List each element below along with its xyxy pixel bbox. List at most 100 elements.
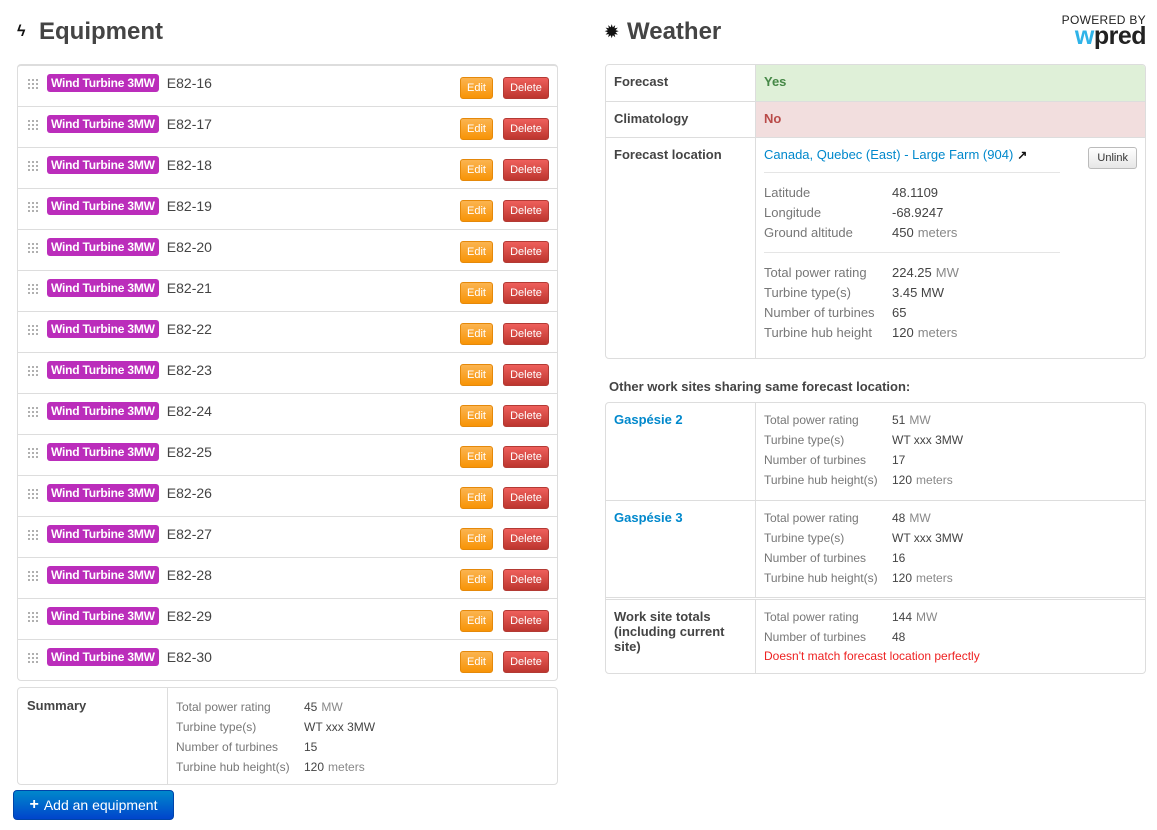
edit-button[interactable]: Edit bbox=[460, 568, 493, 591]
delete-button[interactable]: Delete bbox=[503, 117, 549, 140]
drag-handle-icon[interactable] bbox=[27, 77, 38, 89]
equipment-type-badge: Wind Turbine 3MW bbox=[47, 607, 159, 625]
site-link[interactable]: Gaspésie 2 bbox=[614, 412, 683, 427]
edit-button[interactable]: Edit bbox=[460, 117, 493, 140]
site-link[interactable]: Gaspésie 3 bbox=[614, 510, 683, 525]
edit-button[interactable]: Edit bbox=[460, 363, 493, 386]
edit-button[interactable]: Edit bbox=[460, 486, 493, 509]
drag-handle-icon[interactable] bbox=[27, 323, 38, 335]
kv-value: 120 bbox=[892, 571, 913, 585]
kv-key: Total power rating bbox=[764, 413, 859, 427]
kv-key: Turbine type(s) bbox=[764, 284, 851, 300]
kv-value: 65 bbox=[892, 304, 907, 320]
kv-value: 51 bbox=[892, 413, 906, 427]
edit-button[interactable]: Edit bbox=[460, 240, 493, 263]
kv-row: Turbine hub height(s) 120 meters bbox=[764, 568, 963, 588]
kv-row: Latitude 48.1109 bbox=[764, 182, 1137, 202]
kv-row: Number of turbines 17 bbox=[764, 450, 963, 470]
edit-button[interactable]: Edit bbox=[460, 404, 493, 427]
drag-handle-icon[interactable] bbox=[27, 569, 38, 581]
edit-button[interactable]: Edit bbox=[460, 609, 493, 632]
equipment-summary: Summary Total power rating 45 MW Turbine ty… bbox=[17, 687, 558, 785]
kv-row: Turbine type(s) 3.45 MW bbox=[764, 282, 1137, 302]
other-sites-table: Gaspésie 2 Total power rating 51 MW Turbine … bbox=[605, 402, 1146, 674]
drag-handle-icon[interactable] bbox=[27, 159, 38, 171]
drag-handle-icon[interactable] bbox=[27, 528, 38, 540]
kv-key: Total power rating bbox=[764, 511, 859, 525]
drag-handle-icon[interactable] bbox=[27, 364, 38, 376]
delete-button[interactable]: Delete bbox=[503, 281, 549, 304]
delete-button[interactable]: Delete bbox=[503, 322, 549, 345]
edit-button[interactable]: Edit bbox=[460, 322, 493, 345]
kv-key: Number of turbines bbox=[764, 630, 867, 644]
delete-button[interactable]: Delete bbox=[503, 527, 549, 550]
equipment-type-badge: Wind Turbine 3MW bbox=[47, 361, 159, 379]
edit-button[interactable]: Edit bbox=[460, 527, 493, 550]
kv-row: Total power rating 48 MW bbox=[764, 508, 963, 528]
kv-row: Total power rating 51 MW bbox=[764, 410, 963, 430]
equipment-type-badge: Wind Turbine 3MW bbox=[47, 197, 159, 215]
delete-button[interactable]: Delete bbox=[503, 609, 549, 632]
equipment-name: E82-24 bbox=[166, 403, 212, 419]
drag-handle-icon[interactable] bbox=[27, 610, 38, 622]
drag-handle-icon[interactable] bbox=[27, 446, 38, 458]
kv-key: Turbine hub height(s) bbox=[764, 571, 878, 585]
add-equipment-button[interactable]: + Add an equipment bbox=[13, 790, 174, 820]
edit-button[interactable]: Edit bbox=[460, 158, 493, 181]
kv-unit: MW bbox=[909, 413, 931, 427]
equipment-row: Wind Turbine 3MW E82-26 Edit Delete bbox=[18, 475, 557, 516]
edit-button[interactable]: Edit bbox=[460, 281, 493, 304]
drag-handle-icon[interactable] bbox=[27, 200, 38, 212]
divider bbox=[764, 172, 1060, 173]
equipment-type-badge: Wind Turbine 3MW bbox=[47, 115, 159, 133]
kv-value: 48 bbox=[892, 630, 906, 644]
climatology-status: No bbox=[756, 102, 1145, 137]
edit-button[interactable]: Edit bbox=[460, 76, 493, 99]
equipment-row: Wind Turbine 3MW E82-17 Edit Delete bbox=[18, 106, 557, 147]
kv-key: Number of turbines bbox=[764, 453, 867, 467]
equipment-row: Wind Turbine 3MW E82-16 Edit Delete bbox=[18, 66, 557, 106]
drag-handle-icon[interactable] bbox=[27, 241, 38, 253]
delete-button[interactable]: Delete bbox=[503, 158, 549, 181]
equipment-type-badge: Wind Turbine 3MW bbox=[47, 156, 159, 174]
delete-button[interactable]: Delete bbox=[503, 445, 549, 468]
delete-button[interactable]: Delete bbox=[503, 199, 549, 222]
edit-button[interactable]: Edit bbox=[460, 445, 493, 468]
equipment-row: Wind Turbine 3MW E82-18 Edit Delete bbox=[18, 147, 557, 188]
kv-value: 120 bbox=[304, 760, 325, 774]
kv-row: Number of turbines 65 bbox=[764, 302, 1137, 322]
edit-button[interactable]: Edit bbox=[460, 650, 493, 673]
equipment-name: E82-23 bbox=[166, 362, 212, 378]
kv-value: 48 bbox=[892, 511, 906, 525]
equipment-type-badge: Wind Turbine 3MW bbox=[47, 484, 159, 502]
equipment-row: Wind Turbine 3MW E82-19 Edit Delete bbox=[18, 188, 557, 229]
delete-button[interactable]: Delete bbox=[503, 404, 549, 427]
delete-button[interactable]: Delete bbox=[503, 650, 549, 673]
delete-button[interactable]: Delete bbox=[503, 486, 549, 509]
unlink-button[interactable]: Unlink bbox=[1088, 147, 1137, 169]
kv-unit: meters bbox=[328, 760, 365, 774]
kv-row: Turbine hub height(s) 120 meters bbox=[764, 470, 963, 490]
drag-handle-icon[interactable] bbox=[27, 405, 38, 417]
equipment-row: Wind Turbine 3MW E82-21 Edit Delete bbox=[18, 270, 557, 311]
delete-button[interactable]: Delete bbox=[503, 240, 549, 263]
kv-key: Ground altitude bbox=[764, 224, 853, 240]
equipment-row: Wind Turbine 3MW E82-20 Edit Delete bbox=[18, 229, 557, 270]
kv-row: Turbine hub height 120 meters bbox=[764, 322, 1137, 342]
delete-button[interactable]: Delete bbox=[503, 76, 549, 99]
drag-handle-icon[interactable] bbox=[27, 487, 38, 499]
drag-handle-icon[interactable] bbox=[27, 118, 38, 130]
sun-icon: ✹ bbox=[605, 24, 619, 41]
site-values: Total power rating 51 MW Turbine type(s) WT … bbox=[756, 403, 963, 500]
kv-key: Number of turbines bbox=[764, 551, 867, 565]
kv-value: 15 bbox=[304, 740, 318, 754]
delete-button[interactable]: Delete bbox=[503, 363, 549, 386]
delete-button[interactable]: Delete bbox=[503, 568, 549, 591]
drag-handle-icon[interactable] bbox=[27, 282, 38, 294]
forecast-row: Forecast Yes bbox=[606, 65, 1145, 101]
edit-button[interactable]: Edit bbox=[460, 199, 493, 222]
drag-handle-icon[interactable] bbox=[27, 651, 38, 663]
forecast-location-link[interactable]: Canada, Quebec (East) - Large Farm (904)… bbox=[764, 147, 1137, 162]
weather-table: Forecast Yes Climatology No Forecast loc… bbox=[605, 64, 1146, 359]
equipment-name: E82-20 bbox=[166, 239, 212, 255]
